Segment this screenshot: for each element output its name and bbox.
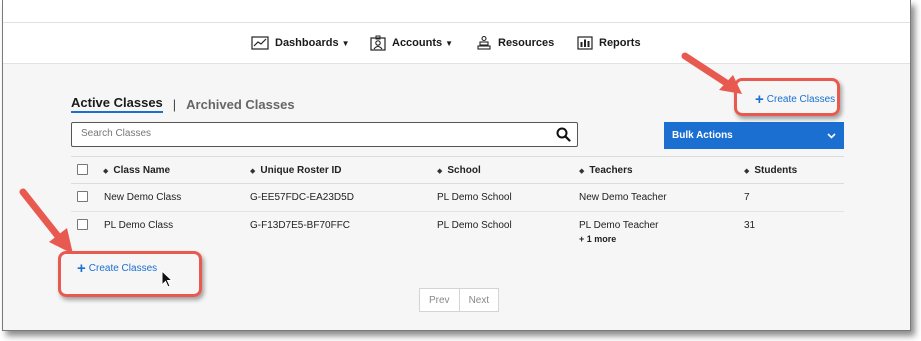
resources-icon — [477, 35, 491, 50]
tab-archived-classes[interactable]: Archived Classes — [186, 97, 294, 112]
header-class-name-label: Class Name — [113, 165, 171, 176]
sort-icon: ◆ — [744, 168, 750, 175]
class-name-cell[interactable]: PL Demo Class — [104, 220, 173, 231]
classes-table: ◆ Class Name ◆ Unique Roster ID ◆ School ◆ T… — [71, 156, 844, 254]
main-nav: Dashboards ▼ Accounts ▼ Resources Report… — [3, 23, 910, 64]
roster-id-cell: G-EE57FDC-EA23D5D — [250, 192, 354, 203]
select-all-checkbox[interactable] — [77, 164, 88, 175]
class-name-cell[interactable]: New Demo Class — [104, 192, 181, 203]
nav-reports-label: Reports — [599, 37, 641, 49]
chart-icon — [251, 36, 269, 50]
teachers-cell: New Demo Teacher — [579, 192, 667, 203]
students-cell: 31 — [744, 220, 756, 231]
row-checkbox[interactable] — [77, 191, 88, 202]
nav-resources-label: Resources — [498, 37, 555, 49]
table-header: ◆ Class Name ◆ Unique Roster ID ◆ School ◆ T… — [71, 156, 844, 184]
header-students-label: Students — [754, 165, 798, 176]
app-window: Dashboards ▼ Accounts ▼ Resources Report… — [2, 0, 911, 331]
nav-reports[interactable]: Reports — [577, 33, 641, 53]
sort-icon: ◆ — [579, 168, 585, 175]
bulk-actions-dropdown[interactable]: Bulk Actions — [664, 122, 844, 149]
chevron-down-icon: ▼ — [445, 38, 454, 48]
nav-accounts[interactable]: Accounts ▼ — [370, 33, 453, 53]
prev-button[interactable]: Prev — [419, 288, 460, 312]
pagination: Prev Next — [419, 288, 500, 312]
main-content: Active Classes | Archived Classes + Crea… — [3, 64, 910, 330]
create-classes-label: Create Classes — [88, 263, 158, 274]
school-cell: PL Demo School — [437, 192, 512, 203]
students-cell: 7 — [744, 192, 750, 203]
search-icon[interactable] — [556, 127, 571, 147]
school-cell: PL Demo School — [437, 220, 512, 231]
nav-dashboards[interactable]: Dashboards ▼ — [251, 33, 350, 53]
nav-dashboards-label: Dashboards — [275, 37, 339, 49]
mouse-cursor-icon — [161, 270, 173, 288]
class-tabs: Active Classes | Archived Classes — [71, 95, 295, 113]
header-school-label: School — [447, 165, 481, 176]
header-teachers-label: Teachers — [589, 165, 633, 176]
header-students[interactable]: ◆ Students — [744, 165, 797, 176]
create-classes-label: Create Classes — [766, 94, 836, 105]
sort-icon: ◆ — [250, 168, 256, 175]
nav-resources[interactable]: Resources — [476, 33, 554, 53]
sort-icon: ◆ — [103, 168, 109, 175]
table-row[interactable]: PL Demo Class G-F13D7E5-BF70FFC PL Demo … — [71, 212, 844, 254]
create-classes-button-top[interactable]: + Create Classes — [755, 90, 836, 108]
plus-icon: + — [77, 259, 86, 277]
nav-accounts-label: Accounts — [392, 37, 443, 49]
header-teachers[interactable]: ◆ Teachers — [579, 165, 633, 176]
create-classes-button-bottom[interactable]: + Create Classes — [77, 259, 158, 277]
bulk-actions-label: Bulk Actions — [672, 130, 733, 141]
tab-active-classes[interactable]: Active Classes — [71, 95, 163, 113]
table-row[interactable]: New Demo Class G-EE57FDC-EA23D5D PL Demo… — [71, 184, 844, 212]
chevron-down-icon — [827, 132, 836, 139]
header-roster-id[interactable]: ◆ Unique Roster ID — [250, 165, 342, 176]
header-roster-id-label: Unique Roster ID — [260, 165, 342, 176]
more-teachers-link[interactable]: + 1 more — [579, 234, 616, 244]
search-input[interactable] — [79, 127, 543, 140]
roster-id-cell: G-F13D7E5-BF70FFC — [250, 220, 351, 231]
header-class-name[interactable]: ◆ Class Name — [103, 165, 170, 176]
sort-icon: ◆ — [437, 168, 443, 175]
bar-chart-icon — [577, 36, 593, 50]
top-band — [3, 0, 910, 23]
chevron-down-icon: ▼ — [341, 38, 350, 48]
teachers-cell: PL Demo Teacher — [579, 220, 659, 231]
search-box — [71, 122, 578, 147]
accounts-icon — [370, 35, 386, 51]
row-checkbox[interactable] — [77, 219, 88, 230]
next-button[interactable]: Next — [458, 288, 500, 312]
plus-icon: + — [755, 90, 764, 108]
header-school[interactable]: ◆ School — [437, 165, 481, 176]
tab-separator: | — [172, 96, 177, 112]
